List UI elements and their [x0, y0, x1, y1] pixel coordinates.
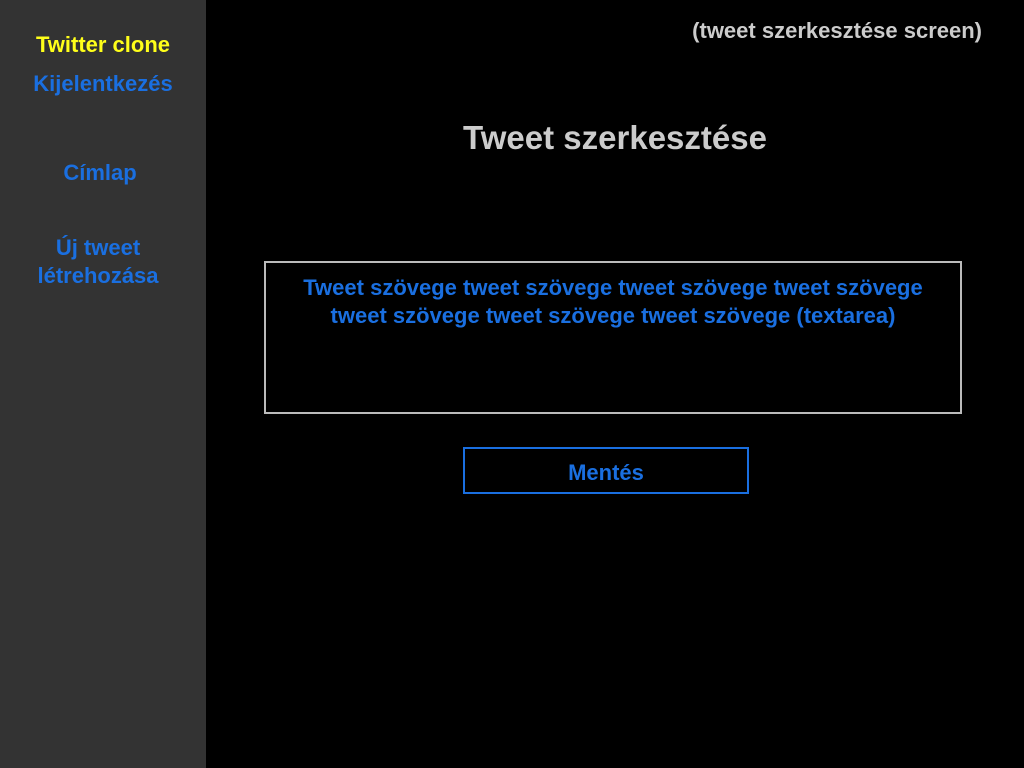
page-title: Tweet szerkesztése: [463, 119, 767, 156]
tweet-textarea[interactable]: Tweet szövege tweet szövege tweet szöveg…: [264, 261, 962, 414]
logout-link[interactable]: Kijelentkezés: [0, 70, 206, 98]
save-button[interactable]: Mentés: [463, 447, 749, 494]
screen-label: (tweet szerkesztése screen): [692, 18, 982, 43]
new-tweet-link-line2: létrehozása: [37, 263, 159, 288]
new-tweet-link[interactable]: Új tweet létrehozása: [0, 234, 196, 290]
app-brand: Twitter clone: [35, 32, 171, 57]
page: Twitter clone Kijelentkezés Címlap Új tw…: [0, 0, 1024, 768]
tweet-textarea-text: Tweet szövege tweet szövege tweet szöveg…: [303, 275, 923, 328]
new-tweet-link-line1: Új tweet: [55, 235, 141, 260]
home-link[interactable]: Címlap: [0, 159, 200, 187]
sidebar: Twitter clone Kijelentkezés Címlap Új tw…: [0, 0, 206, 768]
